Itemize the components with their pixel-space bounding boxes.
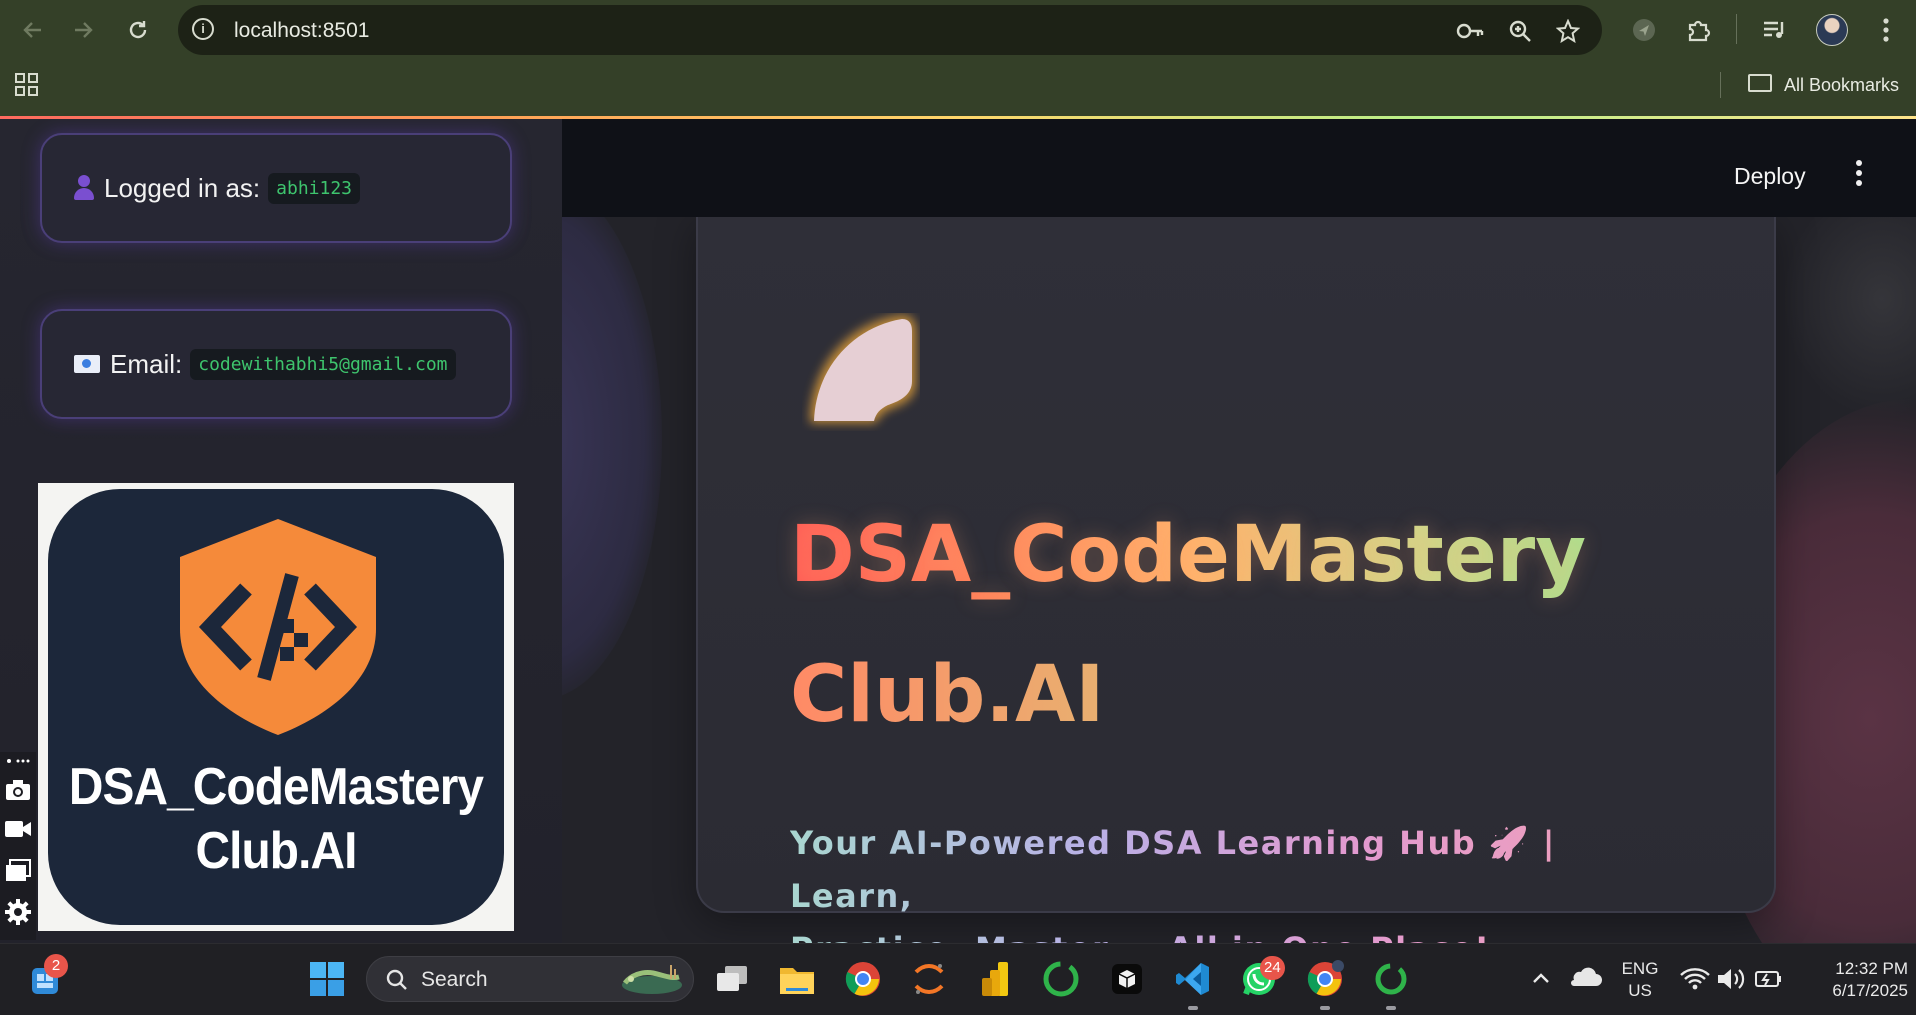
battery-icon[interactable] (1750, 960, 1788, 998)
extension-navigation-icon[interactable] (1626, 12, 1662, 48)
sidebar: Logged in as: abhi123 Email: codewithabh… (0, 119, 562, 943)
running-indicator (1188, 1006, 1198, 1010)
reload-button[interactable] (120, 12, 156, 48)
taskbar-search[interactable]: Search (366, 956, 694, 1002)
wifi-icon[interactable] (1676, 960, 1714, 998)
app-menu-icon[interactable] (1854, 159, 1864, 187)
toolbar-divider (1736, 14, 1737, 44)
search-highlight-icon (622, 965, 682, 994)
language-indicator[interactable]: ENG US (1616, 958, 1664, 1002)
search-icon (386, 969, 407, 990)
logged-in-card: Logged in as: abhi123 (40, 133, 512, 243)
folder-icon (1748, 74, 1772, 92)
main-content: DSA_CodeMastery Club.AI Your AI-Powered … (562, 119, 1916, 943)
hero-title-line2: Club.AI (790, 625, 1690, 765)
hero-subtitle: Your AI-Powered DSA Learning Hub 🚀 | Lea… (790, 817, 1650, 943)
back-button[interactable] (14, 12, 50, 48)
hero-title-line1: DSA_CodeMastery (790, 485, 1690, 625)
jupyter-icon[interactable] (910, 960, 948, 998)
bookmark-star-icon[interactable] (1552, 15, 1584, 47)
address-bar[interactable]: i localhost:8501 (178, 5, 1602, 55)
extensions-puzzle-icon[interactable] (1680, 12, 1716, 48)
clock-date: 6/17/2025 (1832, 981, 1908, 1000)
logo-text-line1: DSA_CodeMastery (68, 758, 484, 816)
camera-icon[interactable] (4, 778, 32, 806)
email-label: Email: (110, 348, 183, 379)
logged-in-label: Logged in as: (104, 172, 261, 203)
loading-ring-icon[interactable] (1372, 960, 1410, 998)
forward-button[interactable] (66, 12, 102, 48)
clock-time: 12:32 PM (1835, 959, 1908, 978)
club-logo-image: DSA_CodeMastery Club.AI (38, 483, 514, 931)
whatsapp-badge: 24 (1260, 956, 1285, 980)
onedrive-cloud-icon[interactable] (1566, 960, 1604, 998)
hero-card: DSA_CodeMastery Club.AI Your AI-Powered … (696, 217, 1776, 913)
deploy-button[interactable]: Deploy (1734, 163, 1806, 190)
region-code: US (1628, 981, 1652, 1000)
language-code: ENG (1621, 959, 1659, 978)
running-indicator (1320, 1006, 1330, 1010)
app-header: Deploy (562, 119, 1916, 217)
email-value: codewithabhi5@gmail.com (190, 348, 456, 380)
media-control-icon[interactable] (1756, 12, 1792, 48)
windows-taskbar: 2 Search 24 ENG US 12:32 PM 6/17/2025 (0, 943, 1916, 1015)
chrome-profile-icon[interactable] (1306, 960, 1344, 998)
running-indicator (1386, 1006, 1396, 1010)
zoom-icon[interactable] (1504, 15, 1536, 47)
task-view-icon[interactable] (713, 960, 751, 998)
all-bookmarks-button[interactable]: All Bookmarks (1784, 75, 1899, 96)
windows-start-icon[interactable] (308, 960, 346, 998)
password-key-icon[interactable] (1454, 15, 1486, 47)
box-app-icon[interactable] (1108, 960, 1146, 998)
volume-icon[interactable] (1712, 960, 1750, 998)
username-value: abhi123 (268, 172, 360, 204)
browser-menu-icon[interactable] (1868, 12, 1904, 48)
loading-ring-icon[interactable] (1042, 960, 1080, 998)
apps-grid-icon[interactable] (14, 72, 40, 98)
bookmarks-divider (1720, 72, 1721, 98)
logo-text-line2: Club.AI (195, 822, 358, 880)
site-info-icon[interactable]: i (192, 18, 214, 40)
rocket-icon (810, 315, 916, 423)
power-bi-icon[interactable] (976, 960, 1014, 998)
reload-icon (129, 21, 147, 39)
vscode-icon[interactable] (1174, 960, 1212, 998)
drag-handle-icon[interactable] (6, 758, 30, 764)
email-card: Email: codewithabhi5@gmail.com (40, 309, 512, 419)
browser-toolbar: i localhost:8501 All Bookmarks (0, 0, 1916, 118)
profile-avatar[interactable] (1816, 14, 1848, 46)
widgets-badge: 2 (44, 954, 68, 978)
tray-chevron-up-icon[interactable] (1522, 960, 1560, 998)
chrome-icon[interactable] (844, 960, 882, 998)
settings-gear-icon[interactable] (4, 898, 32, 926)
email-icon (74, 355, 100, 373)
windows-capture-icon[interactable] (4, 858, 32, 886)
back-arrow-icon (23, 22, 41, 38)
shield-code-icon (180, 519, 376, 735)
logo-tile: DSA_CodeMastery Club.AI (48, 489, 504, 925)
hero-subtitle-line1: Your AI-Powered DSA Learning Hub 🚀 | Lea… (790, 824, 1556, 915)
clock[interactable]: 12:32 PM 6/17/2025 (1798, 958, 1908, 1002)
background-glow (562, 179, 662, 699)
user-icon (74, 175, 94, 201)
hero-subtitle-line2: Practice, Master — All in One Place! (790, 923, 1650, 943)
video-record-icon[interactable] (4, 818, 32, 846)
screen-capture-toolbar (0, 752, 36, 940)
url-text[interactable]: localhost:8501 (234, 19, 369, 43)
file-explorer-icon[interactable] (778, 960, 816, 998)
forward-arrow-icon (75, 22, 93, 38)
search-label: Search (421, 968, 488, 991)
